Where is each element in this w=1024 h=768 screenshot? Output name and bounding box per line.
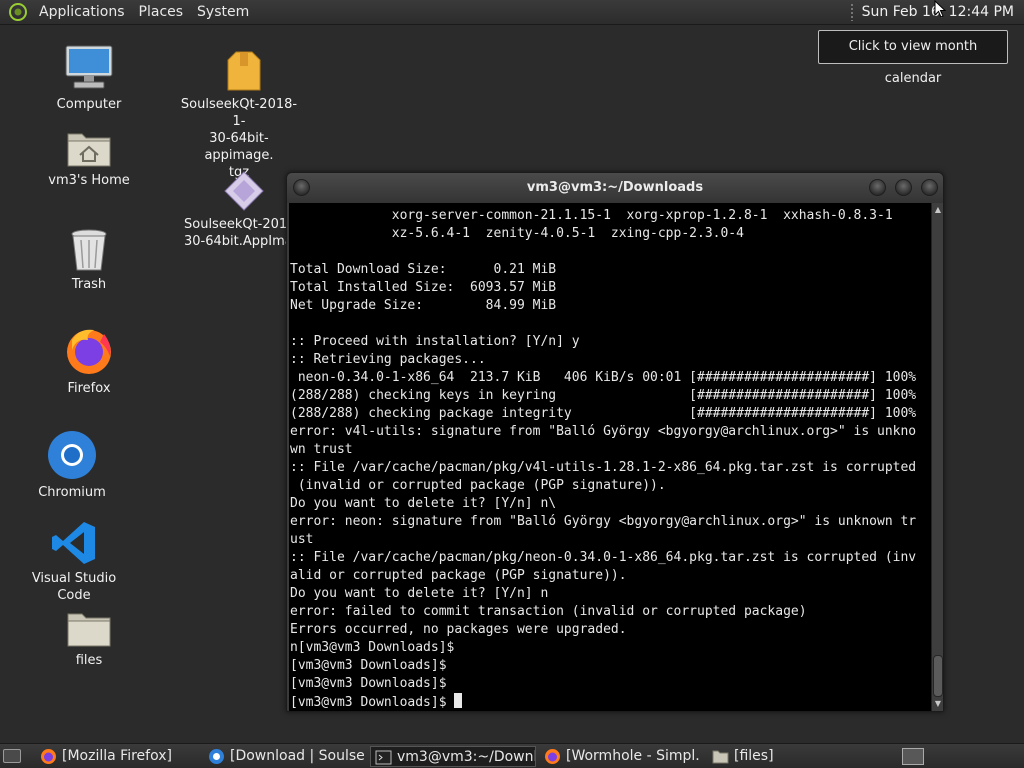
terminal-line: Net Upgrade Size: 84.99 MiB — [290, 298, 557, 313]
terminal-line: error: neon: signature from "Balló Györg… — [290, 514, 917, 529]
label-line: SoulseekQt-2018-1- — [180, 97, 298, 129]
terminal-line: :: File /var/cache/pacman/pkg/neon-0.34.… — [290, 550, 917, 565]
window-title: vm3@vm3:~/Downloads — [526, 180, 704, 195]
taskbar-item-label: [Wormhole - Simpl... — [566, 748, 700, 764]
show-desktop-button[interactable] — [3, 749, 21, 763]
label-line: 30-64bit.AppImage — [184, 234, 286, 249]
bottom-panel: [Mozilla Firefox] [Download | Soulse... … — [0, 743, 1024, 768]
mate-logo-icon[interactable] — [8, 2, 28, 22]
maximize-button[interactable] — [895, 179, 912, 196]
desktop-icon-label: Firefox — [67, 381, 111, 396]
home-folder-icon — [67, 133, 111, 167]
desktop-icon-computer[interactable]: Computer — [29, 44, 149, 113]
terminal-line: (288/288) checking package integrity [##… — [290, 406, 917, 421]
workspace-switcher[interactable] — [902, 748, 924, 765]
desktop-icon-label: SoulseekQt-2018-1- 30-64bit.AppImage — [184, 216, 286, 250]
terminal-line: Errors occurred, no packages were upgrad… — [290, 622, 627, 637]
desktop-icon-vscode[interactable]: Visual Studio Code — [14, 520, 134, 604]
terminal-line: Total Installed Size: 6093.57 MiB — [290, 280, 557, 295]
desktop-icon-label: Computer — [56, 97, 122, 112]
label-line: 30-64bit-appimage. — [204, 131, 274, 163]
desktop-icon-soulseek-tgz[interactable]: SoulseekQt-2018-1- 30-64bit-appimage. tg… — [181, 50, 304, 181]
chromium-icon — [209, 749, 224, 764]
desktop-icon-soulseek-appimage[interactable]: SoulseekQt-2018-1- 30-64bit.AppImage — [184, 170, 286, 250]
desktop-icon-home[interactable]: vm3's Home — [29, 128, 149, 189]
terminal-output[interactable]: xorg-server-common-21.1.15-1 xorg-xprop-… — [289, 203, 931, 711]
terminal-line: (invalid or corrupted package (PGP signa… — [290, 478, 666, 493]
desktop-icon-label: Visual Studio Code — [31, 571, 117, 603]
taskbar-item-label: [Mozilla Firefox] — [62, 748, 172, 764]
minimize-button[interactable] — [869, 179, 886, 196]
label-line: SoulseekQt-2018-1- — [184, 217, 286, 232]
terminal-line: error: v4l-utils: signature from "Balló … — [290, 424, 917, 439]
scroll-up-arrow-icon[interactable]: ▲ — [933, 205, 943, 215]
system-menu[interactable]: System — [190, 0, 256, 25]
firefox-icon — [545, 749, 560, 764]
terminal-scrollbar[interactable]: ▲ ▼ — [931, 203, 943, 711]
terminal-line: neon-0.34.0-1-x86_64 213.7 KiB 406 KiB/s… — [290, 370, 917, 385]
desktop-icon-label: vm3's Home — [48, 173, 130, 188]
terminal-icon — [375, 750, 392, 765]
calendar-tooltip: Click to view month calendar — [818, 30, 1008, 86]
scroll-down-arrow-icon[interactable]: ▼ — [933, 699, 943, 709]
firefox-icon — [67, 329, 111, 374]
taskbar-item-label: [files] — [734, 748, 774, 764]
terminal-line: [vm3@vm3 Downloads]$ — [290, 658, 447, 673]
terminal-window[interactable]: vm3@vm3:~/Downloads xorg-server-common-2… — [286, 172, 944, 712]
terminal-text: xorg-server-common-21.1.15-1 xorg-xprop-… — [290, 207, 930, 711]
terminal-line: xz-5.6.4-1 zenity-4.0.5-1 zxing-cpp-2.3.… — [290, 226, 744, 241]
taskbar-item-files[interactable]: [files] — [708, 746, 828, 767]
terminal-line: [vm3@vm3 Downloads]$ — [290, 693, 930, 711]
close-button[interactable] — [921, 179, 938, 196]
places-menu[interactable]: Places — [132, 0, 191, 25]
folder-icon — [712, 750, 729, 764]
terminal-line: Do you want to delete it? [Y/n] n — [290, 586, 549, 601]
desktop-icon-label: files — [75, 653, 103, 668]
window-titlebar[interactable]: vm3@vm3:~/Downloads — [287, 173, 943, 203]
trash-icon — [71, 229, 107, 271]
terminal-line: :: File /var/cache/pacman/pkg/v4l-utils-… — [290, 460, 917, 475]
terminal-line: Do you want to delete it? [Y/n] n\ — [290, 496, 557, 511]
desktop-icon-firefox[interactable]: Firefox — [29, 326, 149, 397]
terminal-line: :: Retrieving packages... — [290, 352, 486, 367]
terminal-line: alid or corrupted package (PGP signature… — [290, 568, 627, 583]
panel-handle[interactable] — [849, 3, 854, 21]
text-cursor — [454, 693, 463, 708]
desktop-icon-files[interactable]: files — [29, 608, 149, 669]
terminal-line: Total Download Size: 0.21 MiB — [290, 262, 557, 277]
taskbar-item-label: vm3@vm3:~/Downl... — [397, 749, 536, 765]
taskbar-item-firefox[interactable]: [Mozilla Firefox] — [36, 746, 196, 767]
terminal-line: xorg-server-common-21.1.15-1 xorg-xprop-… — [290, 208, 893, 223]
terminal-line: :: Proceed with installation? [Y/n] y — [290, 334, 580, 349]
terminal-line: ust — [290, 532, 314, 547]
taskbar-item-soulseek-download[interactable]: [Download | Soulse... — [204, 746, 364, 767]
window-menu-button[interactable] — [293, 179, 310, 196]
taskbar-item-terminal[interactable]: vm3@vm3:~/Downl... — [370, 746, 536, 767]
terminal-line: wn trust — [290, 442, 353, 457]
folder-icon — [67, 613, 111, 647]
vscode-icon — [52, 522, 95, 564]
terminal-line: n[vm3@vm3 Downloads]$ — [290, 640, 455, 655]
terminal-line: error: failed to commit transaction (inv… — [290, 604, 807, 619]
scrollbar-thumb[interactable] — [933, 655, 943, 697]
terminal-line: [vm3@vm3 Downloads]$ — [290, 676, 447, 691]
archive-icon — [227, 51, 261, 91]
terminal-line: (288/288) checking keys in keyring [####… — [290, 388, 917, 403]
desktop-icon-chromium[interactable]: Chromium — [12, 430, 132, 501]
taskbar-item-label: [Download | Soulse... — [230, 748, 364, 764]
computer-icon — [65, 45, 113, 89]
firefox-icon — [41, 749, 56, 764]
applications-menu[interactable]: Applications — [32, 0, 132, 25]
desktop-icon-label: SoulseekQt-2018-1- 30-64bit-appimage. tg… — [179, 96, 299, 181]
mouse-cursor-icon — [934, 0, 946, 18]
top-panel: Applications Places System Sun Feb 16, 1… — [0, 0, 1024, 25]
chromium-icon — [48, 431, 96, 479]
desktop-icon-label: Trash — [71, 277, 107, 292]
taskbar-item-wormhole[interactable]: [Wormhole - Simpl... — [540, 746, 700, 767]
appimage-icon — [224, 171, 264, 211]
desktop-icon-label: Chromium — [38, 485, 106, 500]
desktop-icon-trash[interactable]: Trash — [29, 228, 149, 293]
